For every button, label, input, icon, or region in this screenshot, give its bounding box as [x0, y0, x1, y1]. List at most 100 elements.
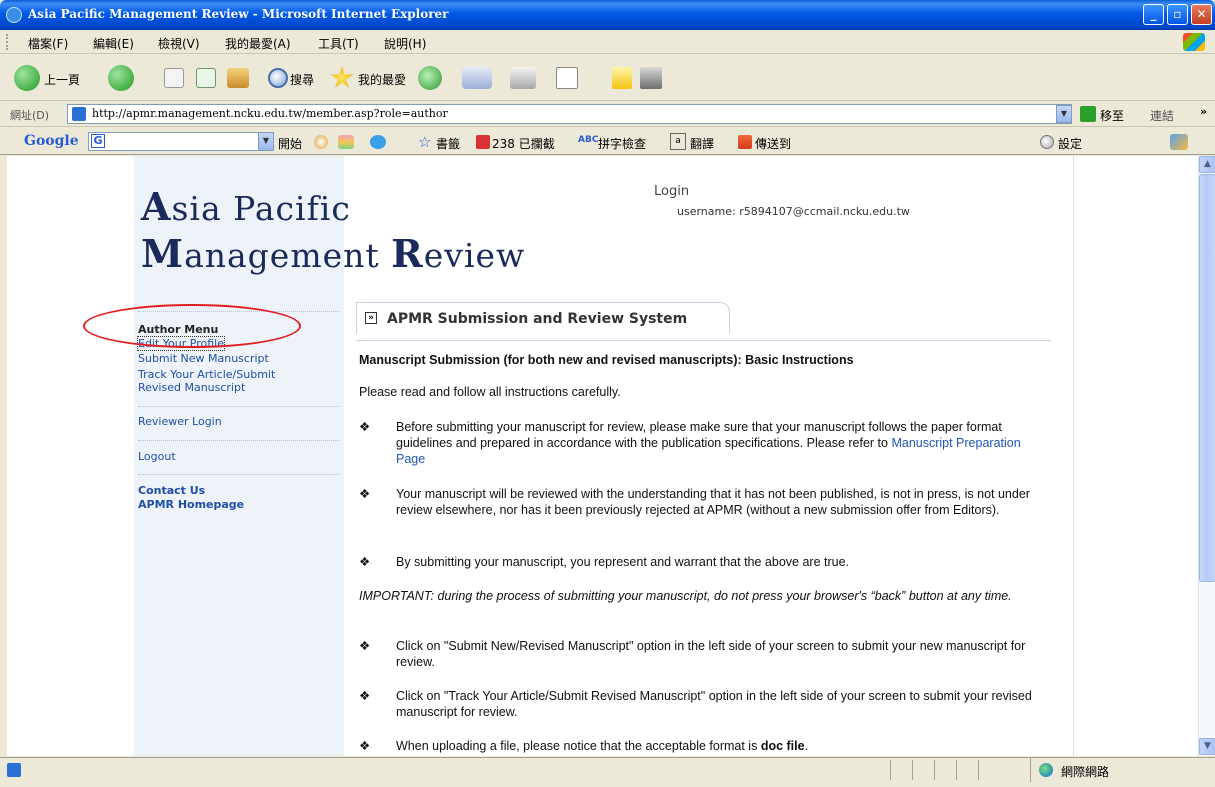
- address-input[interactable]: http://apmr.management.ncku.edu.tw/membe…: [67, 104, 1072, 124]
- edit-word-icon[interactable]: [556, 67, 578, 89]
- google-start-button[interactable]: 開始: [278, 135, 302, 152]
- search-icon[interactable]: [268, 68, 288, 88]
- web-viewport: Asia Pacific Management Review Login use…: [7, 156, 1198, 756]
- favorites-label[interactable]: 我的最愛: [358, 71, 406, 88]
- page-status-icon: [7, 763, 21, 777]
- bookmark-star-icon[interactable]: ☆: [418, 133, 431, 151]
- right-column-bg: [1073, 156, 1198, 756]
- google-g-button[interactable]: G: [91, 134, 105, 148]
- menu-divider: [138, 474, 340, 475]
- history-icon[interactable]: [418, 66, 442, 90]
- google-bookmarks-button[interactable]: 書籤: [436, 135, 460, 152]
- tab-submission-system[interactable]: » APMR Submission and Review System: [356, 302, 730, 334]
- tab-title: APMR Submission and Review System: [387, 311, 688, 327]
- instruction-item: ❖ Before submitting your manuscript for r…: [359, 420, 1021, 466]
- address-dropdown-icon[interactable]: ▼: [1056, 105, 1072, 123]
- contact-us-link[interactable]: Contact Us: [138, 484, 205, 497]
- google-settings-button[interactable]: 設定: [1058, 135, 1082, 152]
- go-button[interactable]: 移至: [1100, 107, 1124, 124]
- send-to-icon[interactable]: [738, 135, 752, 149]
- internet-globe-icon: [1039, 763, 1053, 777]
- maximize-button[interactable]: ▫: [1167, 4, 1188, 25]
- status-divider: [956, 760, 957, 780]
- menu-tools[interactable]: 工具(T): [318, 35, 359, 52]
- windows-logo-icon: [1183, 33, 1205, 51]
- apmr-homepage-link[interactable]: APMR Homepage: [138, 498, 244, 511]
- chevron-right-icon[interactable]: »: [1200, 105, 1207, 118]
- favorites-star-icon[interactable]: [330, 66, 354, 88]
- popup-blocked-count[interactable]: 238 已攔截: [492, 135, 555, 152]
- google-toolbar: Google G ▼ 開始 ☆ 書籤 238 已攔截 ABC 拼字檢查 a 翻譯…: [0, 128, 1215, 155]
- address-label: 網址(D): [10, 109, 50, 122]
- scroll-thumb[interactable]: [1199, 174, 1215, 582]
- google-translate-button[interactable]: 翻譯: [690, 135, 714, 152]
- menu-help[interactable]: 說明(H): [384, 35, 426, 52]
- google-spellcheck-button[interactable]: 拼字檢查: [598, 135, 646, 152]
- submit-new-manuscript-link[interactable]: Submit New Manuscript: [138, 352, 269, 365]
- google-search-dropdown-icon[interactable]: ▼: [258, 132, 274, 151]
- annotation-ellipse: [83, 304, 301, 348]
- page-icon: [72, 107, 86, 121]
- stop-icon[interactable]: [164, 68, 184, 88]
- address-url[interactable]: http://apmr.management.ncku.edu.tw/membe…: [92, 107, 448, 120]
- ie-app-icon[interactable]: [6, 7, 22, 23]
- status-bar: 網際網路: [0, 757, 1215, 787]
- window-title: Asia Pacific Management Review - Microso…: [28, 7, 449, 21]
- scroll-down-icon[interactable]: ▼: [1199, 738, 1215, 755]
- close-button[interactable]: ✕: [1191, 4, 1212, 25]
- logout-link[interactable]: Logout: [138, 450, 176, 463]
- status-divider: [912, 760, 913, 780]
- google-pagerank-icon[interactable]: [338, 135, 354, 149]
- menu-file[interactable]: 檔案(F): [28, 35, 68, 52]
- research-icon[interactable]: [640, 67, 662, 89]
- forward-arrow-icon[interactable]: [108, 65, 134, 91]
- menubar-grip: [6, 34, 8, 50]
- links-label[interactable]: 連結: [1150, 107, 1174, 124]
- track-article-link[interactable]: Track Your Article/Submit Revised Manusc…: [138, 368, 275, 394]
- site-logo[interactable]: Asia Pacific Management Review: [141, 184, 525, 278]
- status-divider: [890, 760, 891, 780]
- spellcheck-icon[interactable]: ABC: [578, 135, 598, 145]
- menu-divider: [138, 440, 340, 441]
- print-icon[interactable]: [510, 67, 536, 89]
- google-sendto-button[interactable]: 傳送到: [755, 135, 791, 152]
- instruction-item: ❖ By submitting your manuscript, you repr…: [359, 555, 850, 569]
- google-search-input[interactable]: G: [88, 132, 274, 151]
- mail-icon[interactable]: [462, 67, 492, 89]
- menu-favorites[interactable]: 我的最愛(A): [225, 35, 291, 52]
- important-note: IMPORTANT: during the process of submitt…: [359, 589, 1012, 603]
- messenger-icon[interactable]: [1170, 134, 1188, 150]
- instruction-item: ❖ Click on "Submit New/Revised Manuscript…: [359, 639, 1026, 669]
- back-arrow-icon[interactable]: [14, 65, 40, 91]
- instruction-item: ❖ Your manuscript will be reviewed with t…: [359, 487, 1030, 517]
- settings-radio-icon[interactable]: [1040, 135, 1054, 149]
- translate-icon[interactable]: a: [670, 133, 686, 150]
- instructions-heading: Manuscript Submission (for both new and …: [359, 353, 854, 367]
- back-label[interactable]: 上一頁: [44, 71, 80, 88]
- menu-view[interactable]: 檢視(V): [158, 35, 200, 52]
- status-divider: [934, 760, 935, 780]
- tab-bullet-icon: »: [365, 312, 377, 324]
- home-icon[interactable]: [227, 68, 249, 88]
- minimize-button[interactable]: _: [1143, 4, 1164, 25]
- zone-label: 網際網路: [1061, 765, 1110, 779]
- login-username: username: r5894107@ccmail.ncku.edu.tw: [677, 205, 910, 218]
- vertical-scrollbar[interactable]: ▲ ▼: [1198, 156, 1215, 756]
- google-logo[interactable]: Google: [24, 133, 79, 149]
- note-icon[interactable]: [612, 67, 632, 89]
- go-arrow-icon[interactable]: [1080, 106, 1096, 122]
- title-bar: Asia Pacific Management Review - Microso…: [0, 0, 1215, 30]
- security-zone[interactable]: 網際網路: [1030, 758, 1109, 782]
- scroll-up-icon[interactable]: ▲: [1199, 156, 1215, 173]
- popup-blocker-icon[interactable]: [476, 135, 490, 149]
- reviewer-login-link[interactable]: Reviewer Login: [138, 415, 222, 428]
- refresh-icon[interactable]: [196, 68, 216, 88]
- google-chat-icon[interactable]: [370, 135, 386, 149]
- instructions-intro: Please read and follow all instructions …: [359, 385, 621, 399]
- search-label[interactable]: 搜尋: [290, 71, 314, 88]
- menu-bar: 檔案(F) 編輯(E) 檢視(V) 我的最愛(A) 工具(T) 說明(H): [0, 30, 1215, 54]
- instruction-item: ❖ When uploading a file, please notice th…: [359, 739, 809, 753]
- google-options-icon[interactable]: [314, 135, 328, 149]
- menu-divider: [138, 406, 340, 407]
- menu-edit[interactable]: 編輯(E): [93, 35, 134, 52]
